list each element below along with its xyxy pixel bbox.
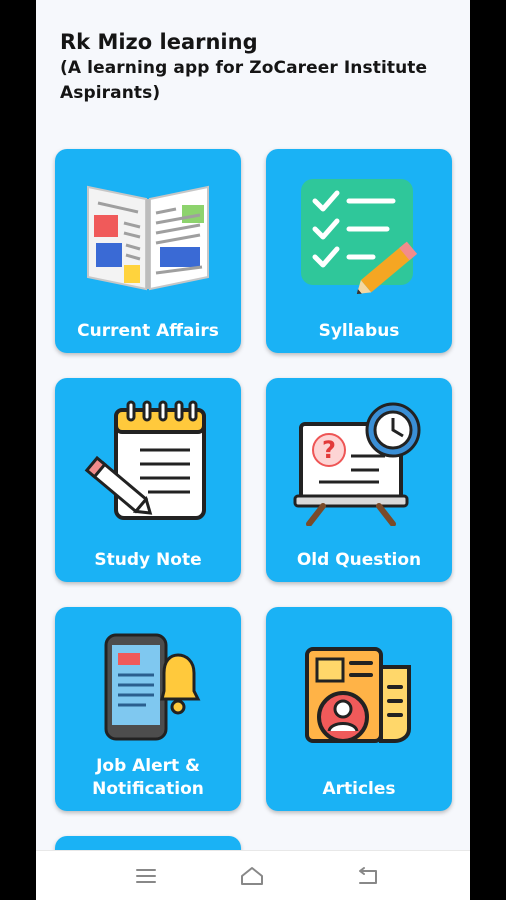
back-icon[interactable] [354,863,380,889]
card-label: Study Note [94,550,202,570]
card-label: Articles [322,779,396,799]
app-title: Rk Mizo learning [60,30,258,54]
card-label: Old Question [296,550,422,570]
svg-text:?: ? [322,436,336,464]
study-note-card[interactable]: Study Note [55,378,241,582]
newspaper-icon [87,185,209,291]
menu-icon[interactable] [133,863,159,889]
card-label: Syllabus [318,321,400,341]
app-subtitle: (A learning app for ZoCareer Institute A… [60,58,428,103]
syllabus-card[interactable]: Syllabus [266,149,452,353]
job-alert-card[interactable]: Job Alert & Notification [55,607,241,811]
notepad-icon [84,400,206,520]
android-navigation-bar [36,850,470,900]
articles-card[interactable]: Articles [266,607,452,811]
checklist-icon [301,179,418,294]
question-board-icon: ? [293,402,421,526]
home-icon[interactable] [239,863,265,889]
app-header: Rk Mizo learning (A learning app for ZoC… [60,28,450,106]
old-question-card[interactable]: ? Old Question [266,378,452,582]
current-affairs-card[interactable]: Current Affairs [55,149,241,353]
card-label: Job Alert & Notification [92,756,204,799]
right-frame [470,0,506,900]
app-screen: Rk Mizo learning (A learning app for ZoC… [36,0,470,900]
left-frame [0,0,36,900]
card-label: Current Affairs [77,321,219,341]
phone-bell-icon [104,633,201,741]
article-profile-icon [305,647,411,743]
